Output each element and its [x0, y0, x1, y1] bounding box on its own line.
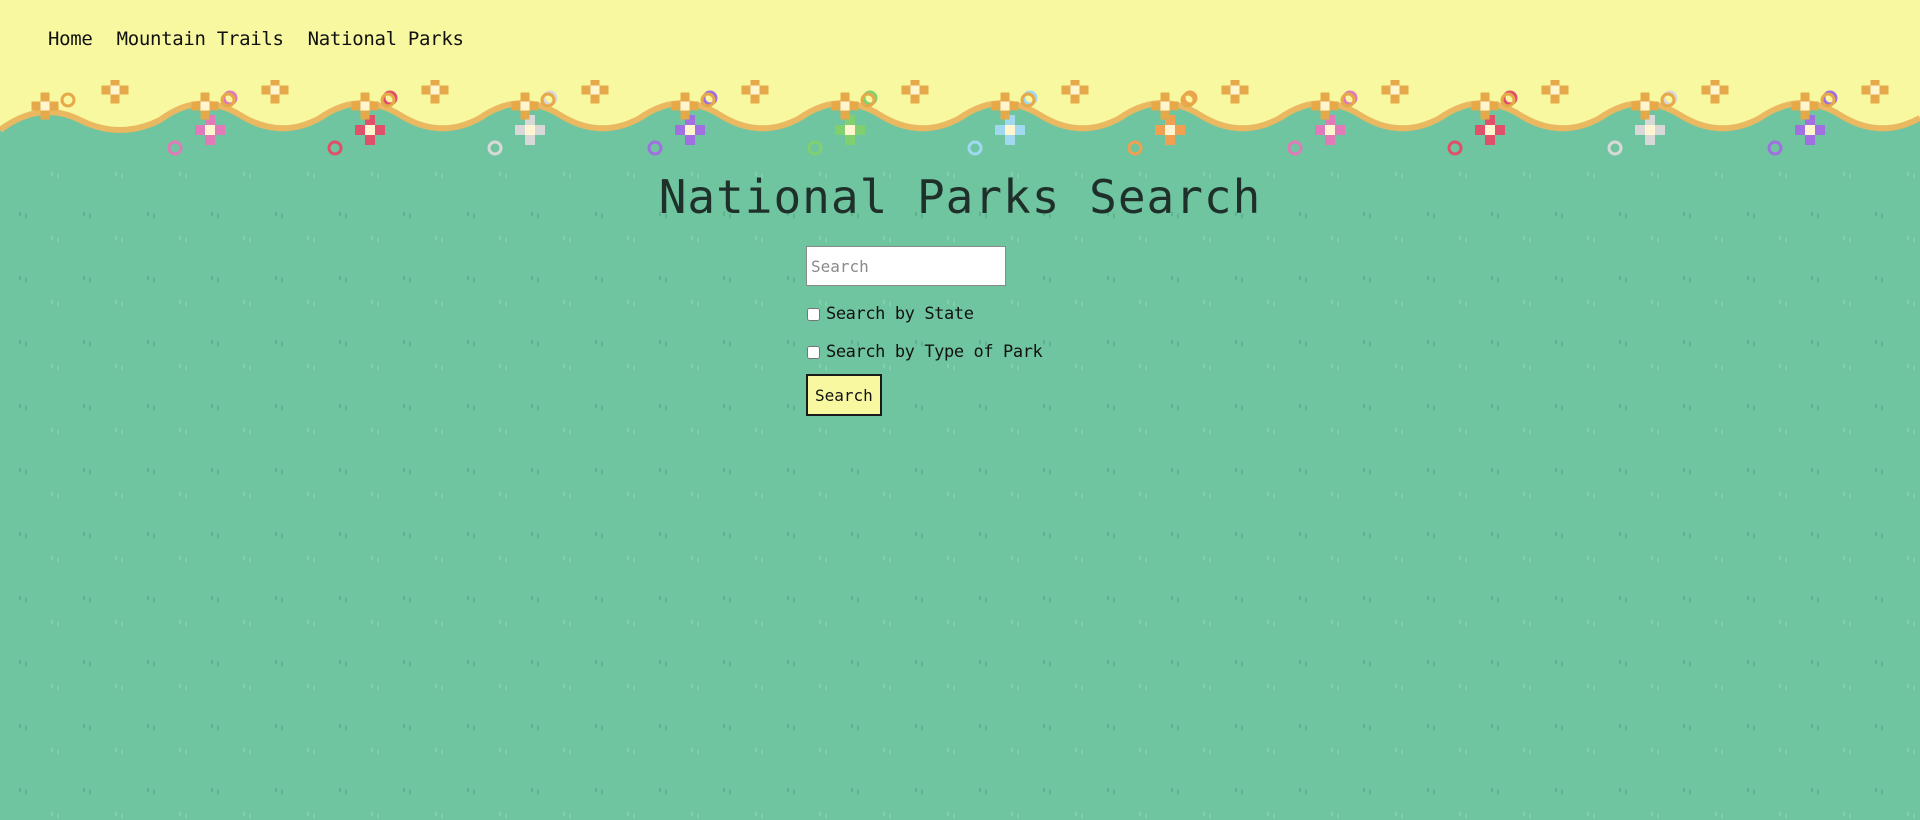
flower-small-icon [261, 80, 289, 104]
filter-park-type-label: Search by Type of Park [826, 342, 1043, 362]
flower-small-icon [901, 80, 929, 104]
filter-state-row[interactable]: Search by State [806, 304, 1042, 324]
nav-link-home[interactable]: Home [48, 28, 93, 50]
grass-wave [0, 103, 1920, 160]
flower-small-icon [101, 80, 129, 104]
flower-small-icon [1061, 80, 1089, 104]
flower-small-icon [581, 80, 609, 104]
nav-link-national-parks[interactable]: National Parks [308, 28, 464, 50]
flower-small-icon [1701, 80, 1729, 104]
page-title: National Parks Search [658, 170, 1262, 224]
flower-small-icon [1541, 80, 1569, 104]
flower-small-icon [1221, 80, 1249, 104]
filter-state-checkbox[interactable] [807, 307, 820, 321]
filter-park-type-row[interactable]: Search by Type of Park [806, 342, 1043, 362]
flower-small-icon [421, 80, 449, 104]
nav-link-mountain-trails[interactable]: Mountain Trails [117, 28, 284, 50]
filter-state-label: Search by State [826, 304, 974, 324]
flower-bud-icon [60, 92, 76, 108]
search-form: Search by State Search by Type of Park S… [806, 246, 1043, 416]
flower-border-decoration [0, 80, 1920, 160]
main-nav: Home Mountain Trails National Parks [48, 28, 488, 50]
search-button[interactable]: Search [806, 374, 882, 416]
site-header: Home Mountain Trails National Parks [0, 0, 1920, 160]
filter-park-type-checkbox[interactable] [807, 345, 820, 359]
flower-small-icon [1381, 80, 1409, 104]
flower-small-icon [1861, 80, 1889, 104]
search-input[interactable] [806, 246, 1006, 286]
flower-small-icon [741, 80, 769, 104]
